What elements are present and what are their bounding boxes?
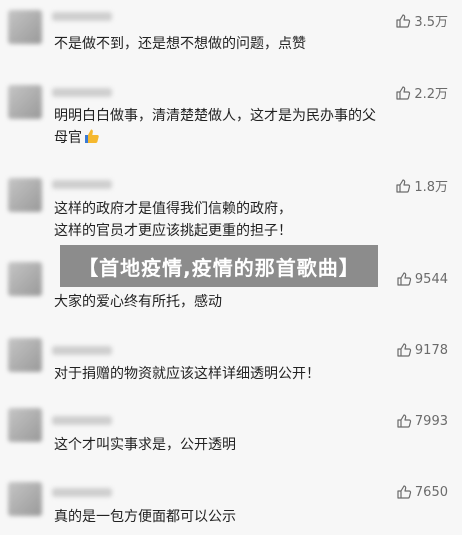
title-banner: 【首地疫情,疫情的那首歌曲】	[60, 245, 378, 287]
comment-line: 大家的爱心终有所托，感动	[54, 294, 222, 310]
comment-text: 真的是一包方便面都可以公示	[54, 506, 444, 528]
thumbs-up-icon	[397, 485, 412, 499]
thumbs-up-icon	[397, 272, 412, 286]
avatar[interactable]	[8, 85, 42, 119]
comment-line-2: 母官	[54, 127, 444, 149]
like-button[interactable]: 9544	[396, 271, 448, 287]
thumbs-up-icon	[397, 414, 412, 428]
like-count: 3.5万	[414, 15, 448, 30]
comment-text: 对于捐赠的物资就应该这样详细透明公开！	[54, 363, 444, 385]
thumbs-up-icon	[396, 85, 411, 100]
username-blurred[interactable]	[52, 488, 112, 497]
like-button[interactable]: 3.5万	[395, 11, 448, 30]
comment-line: 母官	[54, 130, 82, 146]
avatar[interactable]	[8, 262, 42, 296]
like-count: 1.8万	[414, 180, 448, 195]
thumbs-up-icon	[396, 178, 411, 193]
comment-line: 真的是一包方便面都可以公示	[54, 509, 236, 525]
username-blurred[interactable]	[52, 12, 112, 21]
avatar[interactable]	[8, 408, 42, 442]
like-count: 7650	[414, 484, 448, 500]
username-blurred[interactable]	[52, 346, 112, 355]
username-blurred[interactable]	[52, 88, 112, 97]
username-blurred[interactable]	[52, 180, 112, 189]
username-blurred[interactable]	[52, 416, 112, 425]
avatar[interactable]	[8, 338, 42, 372]
like-button[interactable]: 1.8万	[395, 176, 448, 195]
comment-text: 大家的爱心终有所托，感动	[54, 291, 444, 313]
like-button[interactable]: 9178	[396, 342, 448, 358]
comment-text: 明明白白做事，清清楚楚做人，这才是为民办事的父 母官	[54, 105, 444, 149]
like-count: 9178	[414, 342, 448, 358]
like-button[interactable]: 2.2万	[395, 83, 448, 102]
comment-line: 这样的官员才更应该挑起更重的担子！	[54, 223, 292, 239]
thumbs-up-icon	[397, 343, 412, 357]
like-count: 9544	[414, 271, 448, 287]
like-count: 7993	[414, 413, 448, 429]
comment-text: 这个才叫实事求是，公开透明	[54, 434, 444, 456]
comment-line: 这个才叫实事求是，公开透明	[54, 437, 236, 453]
avatar[interactable]	[8, 482, 42, 516]
comment-line: 不是做不到，还是想不想做的问题，点赞	[54, 36, 306, 52]
comment-text: 这样的政府才是值得我们信赖的政府， 这样的官员才更应该挑起更重的担子！	[54, 198, 444, 242]
comment-line: 这样的政府才是值得我们信赖的政府，	[54, 201, 292, 217]
comment-line: 明明白白做事，清清楚楚做人，这才是为民办事的父	[54, 108, 376, 124]
comment-text: 不是做不到，还是想不想做的问题，点赞	[54, 33, 444, 55]
like-button[interactable]: 7993	[396, 413, 448, 429]
like-count: 2.2万	[414, 87, 448, 102]
like-button[interactable]: 7650	[396, 484, 448, 500]
avatar[interactable]	[8, 10, 42, 44]
thumbs-up-emoji-icon	[85, 129, 99, 143]
avatar[interactable]	[8, 178, 42, 212]
comment-line: 对于捐赠的物资就应该这样详细透明公开！	[54, 366, 320, 382]
thumbs-up-icon	[396, 13, 411, 28]
